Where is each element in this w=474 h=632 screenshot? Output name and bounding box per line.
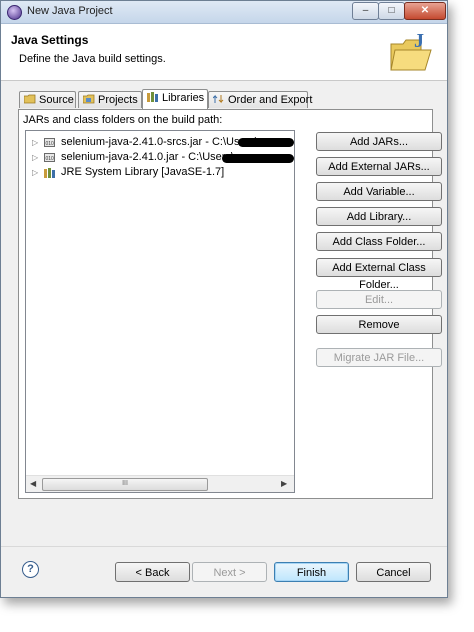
- add-variable-button[interactable]: Add Variable...: [316, 182, 442, 201]
- help-icon[interactable]: ?: [22, 561, 39, 578]
- title-bar[interactable]: New Java Project – □ ✕: [1, 1, 447, 24]
- tab-libraries-label: Libraries: [162, 92, 205, 104]
- maximize-button[interactable]: □: [378, 2, 405, 20]
- wizard-banner: Java Settings Define the Java build sett…: [1, 24, 447, 81]
- build-path-heading: JARs and class folders on the build path…: [23, 114, 223, 126]
- order-export-icon: [213, 94, 224, 104]
- add-library-button[interactable]: Add Library...: [316, 207, 442, 226]
- build-path-list[interactable]: ▷ 010 selenium-java-2.41.0-srcs.jar - C:…: [25, 130, 295, 493]
- tab-order-and-export[interactable]: Order and Export: [208, 91, 312, 108]
- page-description: Define the Java build settings.: [19, 53, 166, 65]
- finish-button[interactable]: Finish: [274, 562, 349, 582]
- svg-text:010: 010: [46, 156, 55, 162]
- tab-projects[interactable]: Projects: [78, 91, 142, 108]
- horizontal-scrollbar[interactable]: ◀ III ▶: [26, 475, 294, 492]
- scroll-right-icon[interactable]: ▶: [281, 479, 287, 488]
- back-button[interactable]: < Back: [115, 562, 190, 582]
- expand-arrow-icon[interactable]: ▷: [32, 165, 38, 180]
- remove-button[interactable]: Remove: [316, 315, 442, 334]
- new-java-project-dialog: New Java Project – □ ✕ Java Settings Def…: [0, 0, 448, 598]
- redaction-mark: [238, 138, 294, 147]
- add-external-class-folder-button[interactable]: Add External Class Folder...: [316, 258, 442, 291]
- window-title: New Java Project: [27, 5, 113, 17]
- close-button[interactable]: ✕: [404, 2, 446, 20]
- list-item[interactable]: ▷ 010 selenium-java-2.41.0.jar - C:\User…: [26, 150, 294, 165]
- footer-separator: [1, 546, 447, 547]
- projects-icon: [83, 94, 95, 104]
- list-item-label: selenium-java-2.41.0.jar - C:\Users\a: [61, 151, 241, 163]
- expand-arrow-icon[interactable]: ▷: [32, 150, 38, 165]
- jar-icon: 010: [44, 138, 55, 147]
- svg-text:010: 010: [46, 141, 55, 147]
- add-class-folder-button[interactable]: Add Class Folder...: [316, 232, 442, 251]
- cancel-button[interactable]: Cancel: [356, 562, 431, 582]
- list-item[interactable]: ▷ 010 selenium-java-2.41.0-srcs.jar - C:…: [26, 135, 294, 150]
- libraries-panel: JARs and class folders on the build path…: [18, 109, 442, 499]
- svg-text:J: J: [414, 30, 424, 52]
- scroll-left-icon[interactable]: ◀: [30, 479, 36, 488]
- jar-icon: 010: [44, 153, 55, 162]
- tab-projects-label: Projects: [98, 94, 138, 106]
- migrate-jar-button[interactable]: Migrate JAR File...: [316, 348, 442, 367]
- source-folder-icon: [24, 94, 36, 104]
- tab-order-and-export-label: Order and Export: [228, 94, 313, 106]
- scrollbar-thumb[interactable]: III: [42, 478, 208, 491]
- library-icon: [44, 168, 55, 178]
- tab-libraries[interactable]: Libraries: [142, 89, 208, 109]
- minimize-button[interactable]: –: [352, 2, 379, 20]
- libraries-icon: [147, 92, 158, 102]
- eclipse-icon: [7, 5, 22, 20]
- tab-source[interactable]: Source: [19, 91, 76, 108]
- tab-source-label: Source: [39, 94, 74, 106]
- list-item-label: JRE System Library [JavaSE-1.7]: [61, 166, 225, 178]
- java-project-wizard-icon: J: [390, 30, 432, 71]
- add-external-jars-button[interactable]: Add External JARs...: [316, 157, 442, 176]
- add-jars-button[interactable]: Add JARs...: [316, 132, 442, 151]
- list-item-label: selenium-java-2.41.0-srcs.jar - C:\Users…: [61, 136, 264, 148]
- expand-arrow-icon[interactable]: ▷: [32, 135, 38, 150]
- redaction-mark: [222, 154, 294, 163]
- edit-button[interactable]: Edit...: [316, 290, 442, 309]
- next-button[interactable]: Next >: [192, 562, 267, 582]
- list-item[interactable]: ▷ JRE System Library [JavaSE-1.7]: [26, 165, 294, 180]
- page-title: Java Settings: [11, 33, 89, 47]
